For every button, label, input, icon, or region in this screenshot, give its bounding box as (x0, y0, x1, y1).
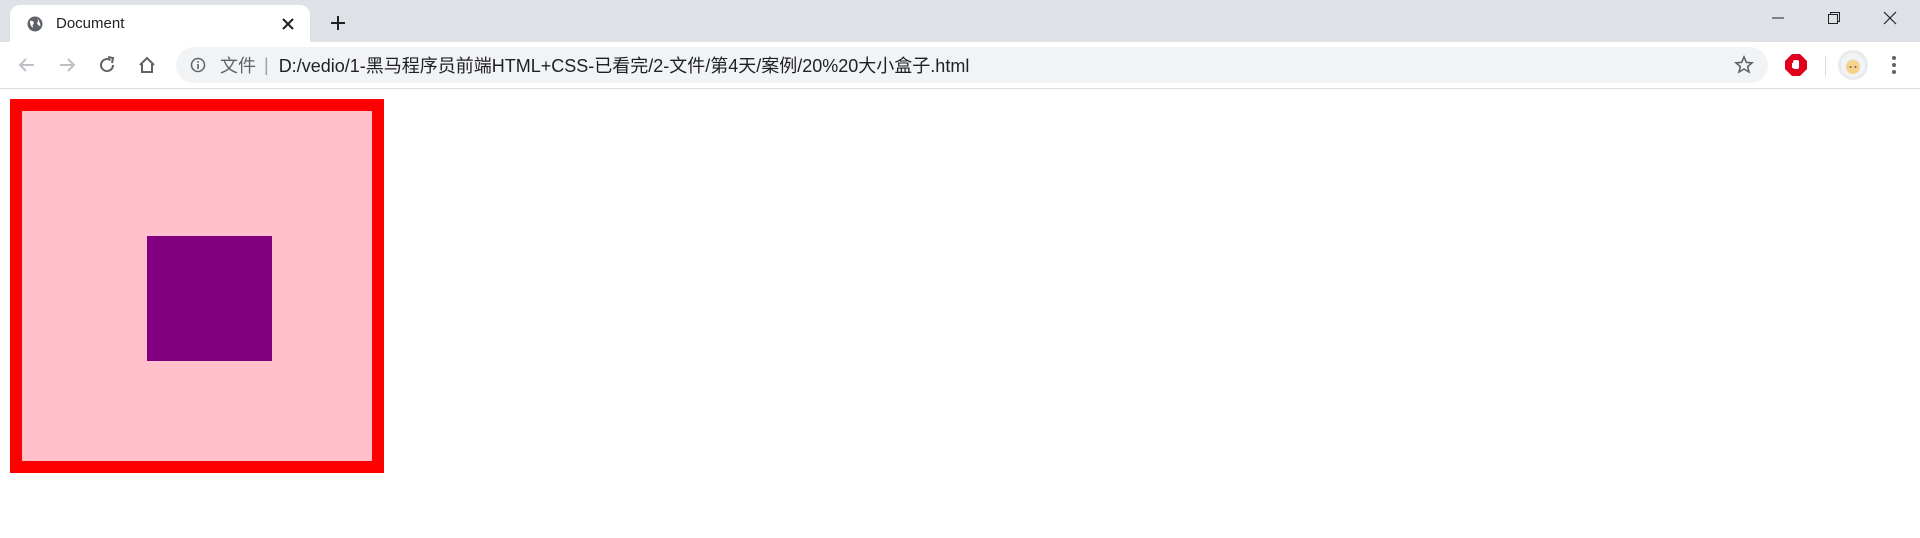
forward-arrow-icon[interactable] (53, 51, 81, 79)
profile-avatar-icon[interactable] (1838, 50, 1868, 80)
close-icon[interactable] (276, 12, 300, 36)
star-outline-icon[interactable] (1732, 53, 1756, 77)
tab-strip: Document (0, 0, 1920, 42)
plus-icon[interactable] (324, 9, 352, 37)
url-text[interactable]: D:/vedio/1-黑马程序员前端HTML+CSS-已看完/2-文件/第4天/… (279, 52, 1732, 78)
url-separator: | (264, 54, 269, 75)
kebab-menu-icon[interactable] (1880, 51, 1908, 79)
page-viewport (0, 89, 1920, 538)
restore-icon[interactable] (1806, 0, 1862, 36)
tab-title: Document (56, 15, 125, 32)
home-icon[interactable] (133, 51, 161, 79)
address-bar[interactable]: 文件 | D:/vedio/1-黑马程序员前端HTML+CSS-已看完/2-文件… (176, 47, 1768, 83)
inner-box (147, 236, 272, 361)
reload-icon[interactable] (93, 51, 121, 79)
info-icon[interactable] (188, 55, 208, 75)
back-arrow-icon[interactable] (13, 51, 41, 79)
outer-box (10, 99, 384, 473)
browser-toolbar: 文件 | D:/vedio/1-黑马程序员前端HTML+CSS-已看完/2-文件… (0, 42, 1920, 89)
globe-icon (26, 15, 44, 33)
adblock-hand-icon[interactable] (1782, 51, 1810, 79)
toolbar-divider (1825, 56, 1826, 76)
minimize-icon[interactable] (1750, 0, 1806, 36)
tab-document[interactable]: Document (10, 5, 310, 42)
close-icon[interactable] (1862, 0, 1918, 36)
url-scheme-label: 文件 (220, 56, 256, 76)
